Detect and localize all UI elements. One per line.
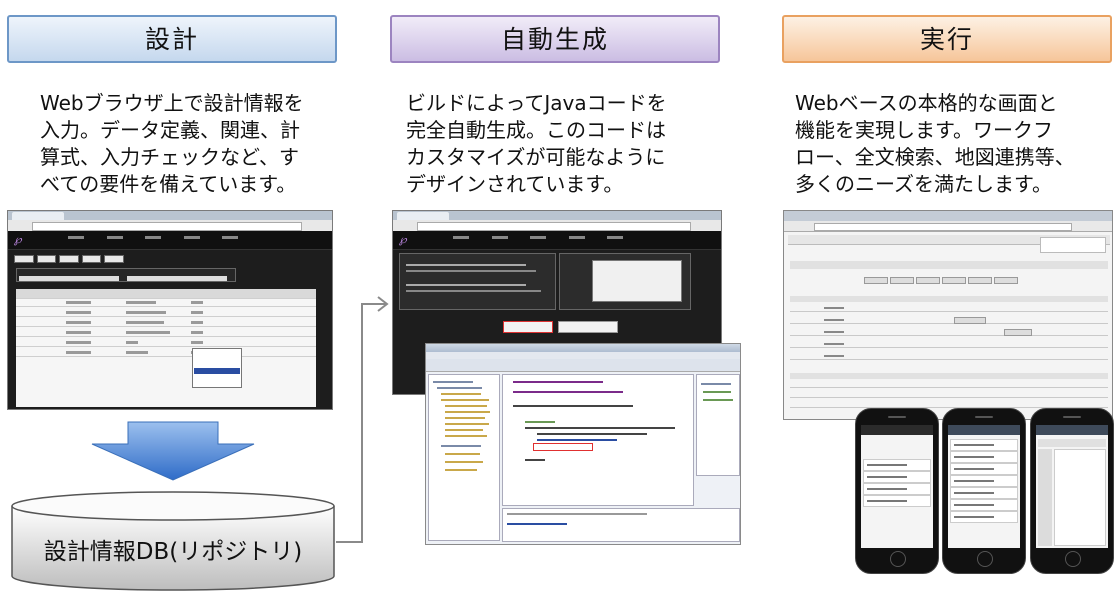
home-button-icon <box>1065 551 1081 567</box>
design-description: Webブラウザ上で設計情報を 入力。データ定義、関連、計 算式、入力チェックなど… <box>40 90 304 198</box>
build-log-panel <box>559 253 691 310</box>
phone-mockup-1 <box>855 408 939 574</box>
execute-title: 実行 <box>919 25 974 54</box>
ide-outline-panel <box>696 374 740 476</box>
design-desc-line: べての要件を備えています。 <box>40 172 297 196</box>
home-button-icon <box>890 551 906 567</box>
app-logo-icon: ℘ <box>399 233 407 246</box>
execute-desc-line: 機能を実現します。ワークフ <box>795 118 1053 142</box>
design-data-grid <box>16 289 316 407</box>
execute-desc-line: Webベースの本格的な画面と <box>795 91 1058 115</box>
ide-screenshot <box>425 343 741 545</box>
execute-screenshot <box>783 210 1113 420</box>
connector-arrow-icon <box>336 296 389 543</box>
phone-mockup-3 <box>1030 408 1114 574</box>
phone-mockup-2 <box>942 408 1026 574</box>
build-button <box>503 321 553 333</box>
design-screenshot: ℘ <box>7 210 333 410</box>
home-button-icon <box>977 551 993 567</box>
execute-desc-line: 多くのニーズを満たします。 <box>795 172 1052 196</box>
design-header: 設計 <box>7 15 337 63</box>
browser-tab-bar <box>8 211 332 220</box>
design-desc-line: Webブラウザ上で設計情報を <box>40 91 304 115</box>
generate-desc-line: ビルドによってJavaコードを <box>406 91 667 115</box>
generate-desc-line: デザインされています。 <box>406 172 624 196</box>
download-button <box>558 321 618 333</box>
design-toolbar <box>14 255 124 263</box>
ide-code-editor <box>502 374 694 506</box>
ide-package-explorer <box>428 374 500 541</box>
execute-desc-line: ロー、全文検索、地図連携等、 <box>795 145 1075 169</box>
ide-console-panel <box>502 508 740 542</box>
design-desc-line: 算式、入力チェックなど、す <box>40 145 299 169</box>
app-nav-bar: ℘ <box>8 231 332 250</box>
design-title: 設計 <box>144 25 199 54</box>
generate-description: ビルドによってJavaコードを 完全自動生成。このコードは カスタマイズが可能な… <box>406 90 667 198</box>
generate-desc-line: 完全自動生成。このコードは <box>406 118 666 142</box>
generate-title: 自動生成 <box>500 25 609 54</box>
build-options-panel <box>399 253 556 310</box>
design-form-fields <box>16 268 236 282</box>
design-desc-line: 入力。データ定義、関連、計 <box>40 118 300 142</box>
execute-description: Webベースの本格的な画面と 機能を実現します。ワークフ ロー、全文検索、地図連… <box>795 90 1075 198</box>
app-logo-icon: ℘ <box>14 233 22 246</box>
design-dropdown-popup <box>192 348 242 388</box>
database-label: 設計情報DB(リポジトリ) <box>43 539 303 565</box>
down-arrow-icon <box>91 421 255 481</box>
generate-desc-line: カスタマイズが可能なように <box>406 145 666 169</box>
generate-header: 自動生成 <box>390 15 720 63</box>
execute-header: 実行 <box>782 15 1112 63</box>
